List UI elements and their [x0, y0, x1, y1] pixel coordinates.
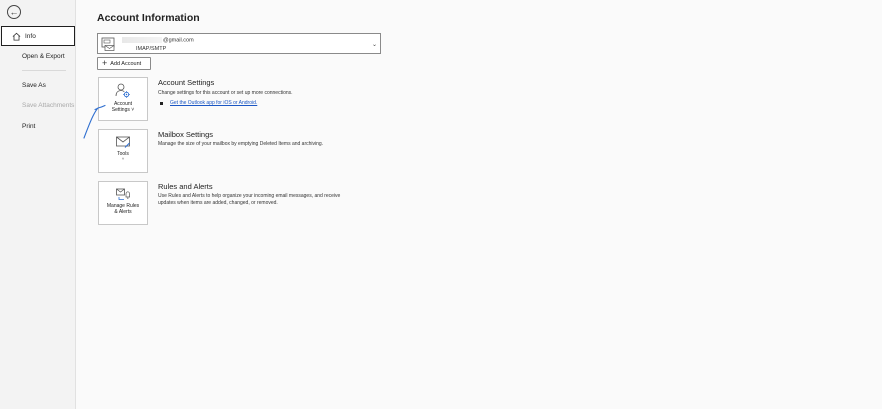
redacted-text [122, 37, 162, 43]
caret-down-icon: ˅ [131, 107, 135, 113]
backstage-nav: ← Info Open & Export Save As Save Attach… [0, 0, 76, 409]
nav-item-label: Info [25, 32, 36, 40]
tile-label: Settings [111, 107, 130, 113]
rules-alerts-icon [116, 188, 130, 200]
rules-alerts-title: Rules and Alerts [158, 182, 213, 191]
page-title: Account Information [97, 12, 200, 24]
bullet-icon [160, 101, 163, 105]
account-selector[interactable]: @gmail.com IMAP/SMTP ⌄ [97, 33, 381, 54]
email-account-icon [101, 37, 115, 51]
plus-icon: + [102, 58, 108, 68]
account-email: @gmail.com [122, 37, 194, 43]
nav-item-info[interactable]: Info [1, 26, 75, 46]
account-type: IMAP/SMTP [136, 46, 167, 52]
account-settings-description: Change settings for this account or set … [158, 90, 293, 96]
add-account-button[interactable]: + Add Account [97, 57, 151, 70]
nav-divider [22, 70, 66, 71]
nav-item-label: Open & Export [22, 52, 65, 60]
account-settings-icon [115, 83, 130, 98]
nav-item-save-as[interactable]: Save As [0, 76, 76, 94]
outlook-app-link[interactable]: Get the Outlook app for iOS or Android. [170, 100, 257, 106]
manage-rules-alerts-button[interactable]: Manage Rules & Alerts [98, 181, 148, 225]
caret-down-icon: ˅ [121, 156, 125, 161]
mailbox-tools-icon [116, 136, 130, 148]
home-icon [12, 32, 21, 41]
mailbox-settings-description: Manage the size of your mailbox by empty… [158, 141, 324, 147]
outlook-app-link-row: Get the Outlook app for iOS or Android. [160, 100, 257, 106]
chevron-down-icon: ⌄ [371, 42, 377, 48]
nav-item-label: Save As [22, 81, 46, 89]
nav-item-label: Print [22, 122, 36, 130]
nav-item-label: Save Attachments [22, 101, 75, 109]
pen-annotation-stroke [83, 104, 106, 139]
rules-alerts-description: Use Rules and Alerts to help organize yo… [158, 193, 341, 206]
nav-item-print[interactable]: Print [0, 117, 76, 135]
back-button[interactable]: ← [7, 5, 21, 19]
arrow-left-icon: ← [9, 6, 19, 17]
account-settings-title: Account Settings [158, 78, 215, 87]
nav-item-open-export[interactable]: Open & Export [0, 47, 76, 65]
mailbox-settings-title: Mailbox Settings [158, 130, 214, 139]
tile-label: & Alerts [114, 209, 132, 215]
nav-item-save-attachments: Save Attachments [0, 96, 76, 114]
